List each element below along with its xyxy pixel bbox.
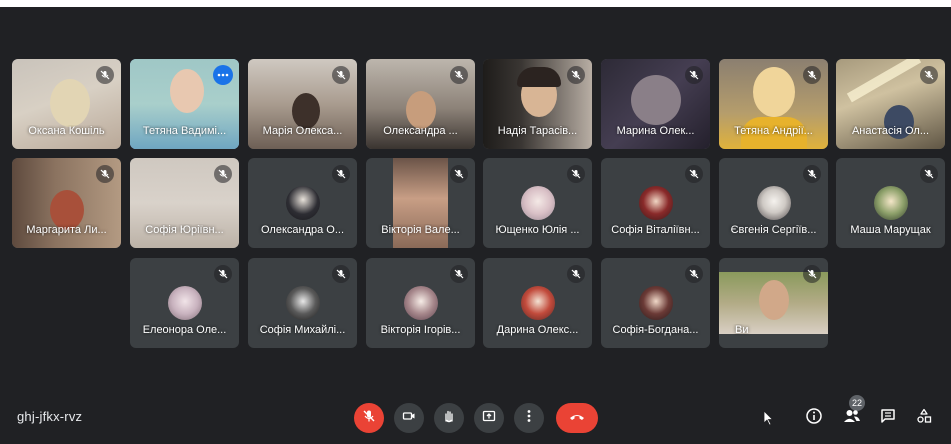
participant-name: Євгенія Сергіїв... — [730, 224, 817, 236]
raise-hand-button[interactable] — [434, 403, 464, 433]
participant-tile[interactable]: Дарина Олекс... — [483, 258, 592, 348]
mic-off-icon — [803, 66, 821, 84]
participant-name: Софія Михайлі... — [259, 324, 346, 336]
avatar — [286, 186, 320, 220]
avatar — [639, 186, 673, 220]
mic-off-icon — [685, 265, 703, 283]
participant-tile[interactable]: Софія Юріївн... — [130, 158, 239, 248]
info-icon — [805, 407, 823, 430]
participant-tile[interactable]: Софія Михайлі... — [248, 258, 357, 348]
participant-tile[interactable]: Надія Тарасів... — [483, 59, 592, 149]
avatar — [757, 186, 791, 220]
mic-off-icon — [362, 409, 376, 428]
participant-tile[interactable]: Олександра О... — [248, 158, 357, 248]
participant-name: Надія Тарасів... — [497, 125, 578, 137]
mic-off-icon — [96, 66, 114, 84]
more-options-icon[interactable] — [213, 65, 233, 85]
activities-icon — [916, 408, 932, 429]
participant-name: Олександра ... — [383, 125, 458, 137]
mic-off-icon — [214, 165, 232, 183]
participant-name: Вікторія Ігорів... — [380, 324, 461, 336]
participant-name: Ви — [735, 324, 749, 336]
avatar — [874, 186, 908, 220]
self-view-tile[interactable]: Ви — [719, 258, 828, 348]
mic-off-icon — [685, 66, 703, 84]
end-call-button[interactable] — [556, 403, 598, 433]
participant-tile[interactable]: Марія Олекса... — [248, 59, 357, 149]
participant-name: Марія Олекса... — [262, 125, 343, 137]
avatar — [521, 186, 555, 220]
mic-off-icon — [450, 66, 468, 84]
participant-tile[interactable]: Вікторія Ігорів... — [366, 258, 475, 348]
participant-tile[interactable]: Софія-Богдана... — [601, 258, 710, 348]
participant-name: Вікторія Вале... — [381, 224, 460, 236]
chat-button[interactable] — [876, 406, 900, 430]
participant-name: Софія Віталіївн... — [611, 224, 700, 236]
camera-toggle-button[interactable] — [394, 403, 424, 433]
avatar — [521, 286, 555, 320]
raise-hand-icon — [442, 409, 456, 428]
present-button[interactable] — [474, 403, 504, 433]
participant-tile[interactable]: Марина Олек... — [601, 59, 710, 149]
more-options-button[interactable] — [514, 403, 544, 433]
mic-off-icon — [920, 66, 938, 84]
participant-tile-active[interactable]: Тетяна Вадимі... — [130, 59, 239, 149]
mic-off-icon — [96, 165, 114, 183]
avatar — [639, 286, 673, 320]
mic-off-icon — [214, 265, 232, 283]
meeting-code: ghj-jfkx-rvz — [17, 409, 83, 424]
mic-off-icon — [567, 265, 585, 283]
mic-off-icon — [803, 165, 821, 183]
mic-off-icon — [803, 265, 821, 283]
participant-name: Софія-Богдана... — [612, 324, 699, 336]
chat-icon — [880, 408, 896, 429]
camera-icon — [402, 409, 416, 428]
participant-name: Ющенко Юлія ... — [495, 224, 580, 236]
end-call-icon — [568, 409, 586, 427]
mic-off-icon — [450, 165, 468, 183]
participant-name: Тетяна Андрії... — [734, 125, 813, 137]
mic-off-icon — [567, 165, 585, 183]
mic-off-icon — [685, 165, 703, 183]
participant-name: Маргарита Ли... — [26, 224, 107, 236]
participant-tile[interactable]: Ющенко Юлія ... — [483, 158, 592, 248]
participant-tile[interactable]: Тетяна Андрії... — [719, 59, 828, 149]
activities-button[interactable] — [912, 406, 936, 430]
participant-name: Маша Марущак — [850, 224, 931, 236]
people-button[interactable] — [840, 406, 864, 430]
participant-tile[interactable]: Євгенія Сергіїв... — [719, 158, 828, 248]
participant-name: Оксана Кошіль — [28, 125, 105, 137]
avatar — [404, 286, 438, 320]
participant-tile[interactable]: Вікторія Вале... — [366, 158, 475, 248]
participant-name: Анастасія Ол... — [851, 125, 930, 137]
people-icon — [843, 408, 861, 429]
avatar — [168, 286, 202, 320]
participant-name: Дарина Олекс... — [496, 324, 579, 336]
mic-off-icon — [332, 165, 350, 183]
cursor-icon — [756, 406, 780, 430]
participant-tile[interactable]: Оксана Кошіль — [12, 59, 121, 149]
participant-tile[interactable]: Маша Марущак — [836, 158, 945, 248]
mic-off-icon — [332, 66, 350, 84]
participant-tile[interactable]: Анастасія Ол... — [836, 59, 945, 149]
mic-off-icon — [567, 66, 585, 84]
participant-tile[interactable]: Олександра ... — [366, 59, 475, 149]
mic-off-icon — [920, 165, 938, 183]
participant-name: Олександра О... — [260, 224, 345, 236]
meeting-info-button[interactable] — [802, 406, 826, 430]
participant-name: Софія Юріївн... — [145, 224, 224, 236]
more-vert-icon — [527, 409, 531, 428]
participant-name: Елеонора Оле... — [142, 324, 227, 336]
present-icon — [482, 409, 496, 428]
participant-name: Тетяна Вадимі... — [142, 125, 227, 137]
mic-off-icon — [450, 265, 468, 283]
participant-tile[interactable]: Софія Віталіївн... — [601, 158, 710, 248]
participant-tile[interactable]: Елеонора Оле... — [130, 258, 239, 348]
mic-off-icon — [332, 265, 350, 283]
mic-toggle-button[interactable] — [354, 403, 384, 433]
avatar — [286, 286, 320, 320]
participant-name: Марина Олек... — [616, 125, 695, 137]
participant-grid: Оксана Кошіль Тетяна Вадимі... Марія Оле… — [0, 0, 951, 380]
participant-tile[interactable]: Маргарита Ли... — [12, 158, 121, 248]
